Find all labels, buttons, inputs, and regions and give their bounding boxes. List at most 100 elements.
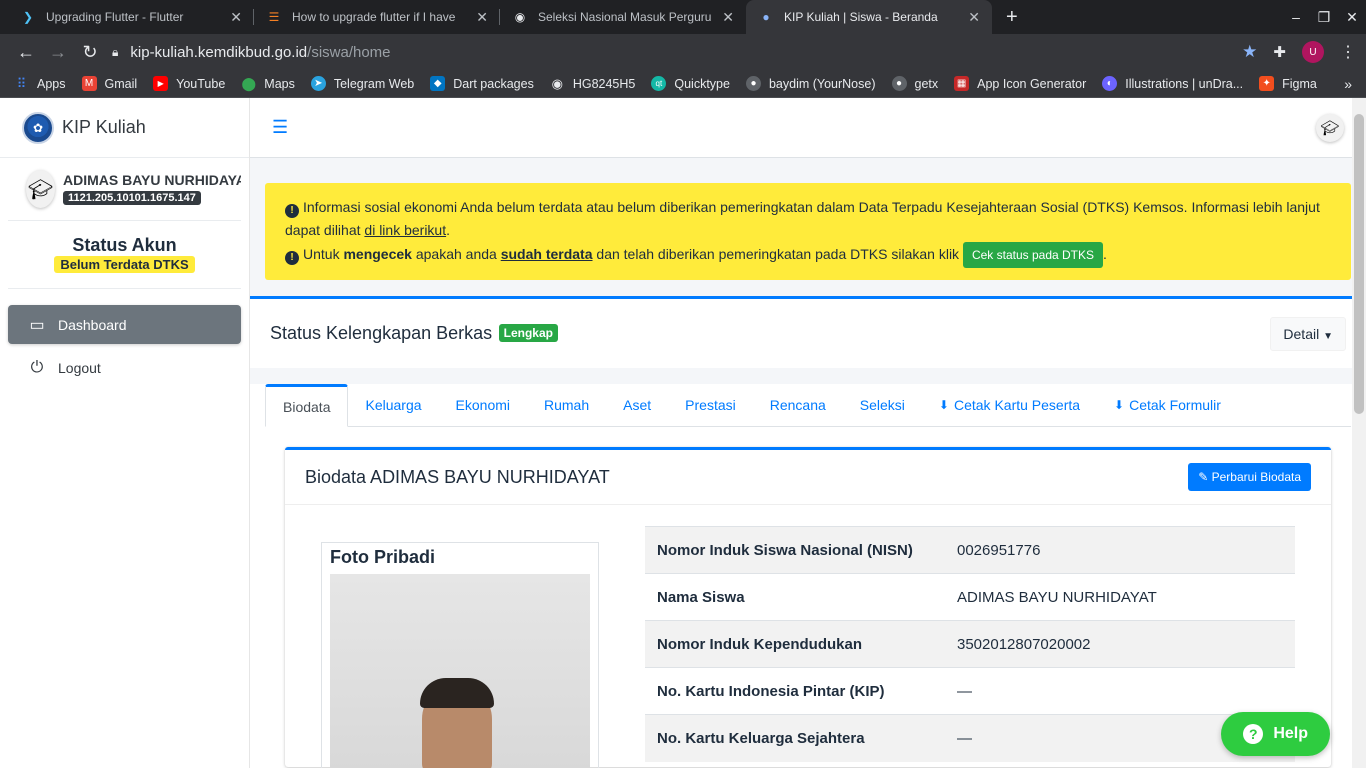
browser-tab[interactable]: ❯ Upgrading Flutter - Flutter ✕ [8, 0, 254, 34]
tab-title: Upgrading Flutter - Flutter [46, 10, 184, 24]
sidebar-item-label: Logout [58, 359, 101, 376]
tab-keluarga[interactable]: Keluarga [348, 384, 438, 426]
kip-icon: ● [762, 10, 770, 24]
bookmark-item[interactable]: ◐ Illustrations | unDra... [1102, 76, 1243, 91]
bookmark-item[interactable]: M Gmail [81, 76, 137, 91]
tab-biodata[interactable]: Biodata [265, 384, 349, 427]
extensions-icon[interactable]: ✚ [1273, 43, 1286, 61]
url-host: kip-kuliah.kemdikbud.go.id [130, 43, 308, 61]
close-icon[interactable]: ✕ [968, 9, 980, 26]
update-biodata-button[interactable]: ✎ Perbarui Biodata [1188, 463, 1311, 491]
browser-tab-active[interactable]: ● KIP Kuliah | Siswa - Beranda ✕ [746, 0, 992, 34]
user-id-badge: 1121.205.10101.1675.147 [63, 191, 201, 205]
bookmark-item[interactable]: ● getx [891, 76, 939, 91]
menu-icon[interactable]: ⋮ [1340, 42, 1356, 62]
lock-icon[interactable]: 🔒︎ [112, 45, 118, 60]
main-content: ☰ 🎓︎ ! Informasi sosial ekonomi Anda belu… [250, 98, 1366, 768]
bookmark-item[interactable]: ▦ App Icon Generator [954, 76, 1086, 91]
alert-line-2: ! Untuk mengecek apakah anda sudah terdat… [285, 242, 1331, 268]
bookmark-item[interactable]: ⬤ Maps [241, 76, 295, 91]
table-row: No. Kartu Keluarga Sejahtera — [645, 714, 1295, 762]
back-icon[interactable]: ← [10, 42, 42, 63]
file-download-icon: ⬇ [938, 398, 949, 412]
tab-title: KIP Kuliah | Siswa - Beranda [784, 10, 938, 24]
tab-ekonomi[interactable]: Ekonomi [439, 384, 527, 426]
bookmark-item[interactable]: ● baydim (YourNose) [745, 76, 876, 91]
scrollbar-thumb[interactable] [1354, 114, 1364, 414]
row-value: 3502012807020002 [945, 620, 1295, 668]
brand[interactable]: ✿ KIP Kuliah [0, 98, 249, 158]
sidebar-item-logout[interactable]: ⏻ Logout [8, 348, 241, 387]
photo-box: Foto Pribadi [321, 542, 599, 768]
close-icon[interactable]: ✕ [230, 9, 242, 26]
bookmark-star-icon[interactable]: ★ [1242, 42, 1257, 62]
bookmark-item[interactable]: ➤ Telegram Web [310, 76, 414, 91]
tab-rencana[interactable]: Rencana [753, 384, 843, 426]
browser-toolbar: ← → ↻ 🔒︎ kip-kuliah.kemdikbud.go.id/sisw… [0, 34, 1366, 70]
tab-rumah[interactable]: Rumah [527, 384, 606, 426]
tab-aset[interactable]: Aset [606, 384, 668, 426]
alert-line-1: ! Informasi sosial ekonomi Anda belum ter… [285, 199, 1320, 238]
bookmark-label: Quicktype [674, 76, 730, 91]
profile-avatar[interactable]: U [1302, 41, 1324, 63]
file-completeness-card: Status Kelengkapan Berkas Lengkap Detail… [250, 296, 1366, 368]
bookmark-label: Figma [1282, 76, 1317, 91]
hamburger-menu-icon[interactable]: ☰ [272, 117, 288, 138]
close-window-icon[interactable]: ✕ [1338, 9, 1366, 26]
more-bookmarks-icon[interactable]: » [1344, 76, 1352, 92]
address-bar[interactable]: 🔒︎ kip-kuliah.kemdikbud.go.id/siswa/home [112, 38, 1242, 66]
bookmark-label: Apps [37, 76, 66, 91]
maximize-icon[interactable]: ❐ [1310, 9, 1338, 26]
close-icon[interactable]: ✕ [476, 9, 488, 26]
bookmark-item[interactable]: ◉ HG8245H5 [550, 76, 636, 91]
globe-icon: ◉ [514, 10, 526, 24]
completeness-title: Status Kelengkapan Berkas [270, 323, 493, 343]
alert-link[interactable]: di link berikut [364, 222, 446, 238]
browser-tab[interactable]: ☰ How to upgrade flutter if I have ✕ [254, 0, 500, 34]
minimize-icon[interactable]: – [1282, 9, 1310, 25]
detail-dropdown-button[interactable]: Detail ▼ [1270, 316, 1346, 351]
tab-prestasi[interactable]: Prestasi [668, 384, 753, 426]
row-key: Nama Siswa [645, 573, 945, 621]
user-avatar-icon[interactable]: 🎓︎ [1316, 113, 1344, 142]
tab-cetak-kartu[interactable]: ⬇ Cetak Kartu Peserta [922, 384, 1097, 426]
user-panel: 🎓︎ ADIMAS BAYU NURHIDAYAT 1121.205.10101… [8, 158, 241, 221]
apps-icon: ⠿ [16, 75, 27, 91]
github-icon: ● [891, 76, 907, 91]
bookmarks-bar: ⠿ Apps M Gmail ▶ YouTube ⬤ Maps ➤ Telegram We… [0, 70, 1366, 98]
globe-icon: ◉ [551, 75, 563, 91]
update-label: Perbarui Biodata [1211, 470, 1301, 484]
help-button[interactable]: ? Help [1221, 712, 1330, 756]
biodata-header: Biodata ADIMAS BAYU NURHIDAYAT ✎ Perbaru… [285, 450, 1331, 505]
bookmark-item[interactable]: ▶ YouTube [153, 76, 225, 91]
new-tab-icon[interactable]: + [1006, 6, 1018, 29]
tab-seleksi[interactable]: Seleksi [843, 384, 922, 426]
caret-down-icon: ▼ [1323, 330, 1333, 342]
bookmark-item[interactable]: ✦ Figma [1259, 76, 1317, 91]
sidebar-item-dashboard[interactable]: ▭ Dashboard [8, 305, 241, 344]
bookmark-item[interactable]: ◆ Dart packages [430, 76, 534, 91]
bookmark-item[interactable]: ⠿ Apps [14, 76, 66, 91]
bookmark-label: Illustrations | unDra... [1125, 76, 1244, 91]
photo-title: Foto Pribadi [330, 547, 435, 567]
top-navbar: ☰ 🎓︎ [250, 98, 1366, 158]
row-key: Nomor Induk Siswa Nasional (NISN) [645, 526, 945, 574]
tab-list: Biodata Keluarga Ekonomi Rumah Aset Pres… [265, 384, 1351, 427]
bookmark-item[interactable]: qt Quicktype [651, 76, 730, 91]
page-scrollbar[interactable] [1352, 98, 1366, 768]
reload-icon[interactable]: ↻ [74, 42, 106, 63]
bookmark-label: HG8245H5 [572, 76, 636, 91]
browser-tab[interactable]: ◉ Seleksi Nasional Masuk Perguru ✕ [500, 0, 746, 34]
graduate-avatar-icon: 🎓︎ [26, 170, 55, 208]
tab-cetak-formulir[interactable]: ⬇ Cetak Formulir [1097, 384, 1238, 426]
row-value: 0026951776 [945, 526, 1295, 574]
stackoverflow-icon: ☰ [268, 10, 280, 24]
kip-logo-icon: ✿ [22, 111, 54, 144]
bookmark-label: getx [914, 76, 939, 91]
check-dtks-button[interactable]: Cek status pada DTKS [962, 242, 1104, 268]
account-status: Status Akun Belum Terdata DTKS [8, 221, 241, 289]
url-path: /siswa/home [307, 43, 391, 61]
close-icon[interactable]: ✕ [722, 9, 734, 26]
telegram-icon: ➤ [310, 76, 326, 91]
forward-icon[interactable]: → [42, 42, 74, 63]
